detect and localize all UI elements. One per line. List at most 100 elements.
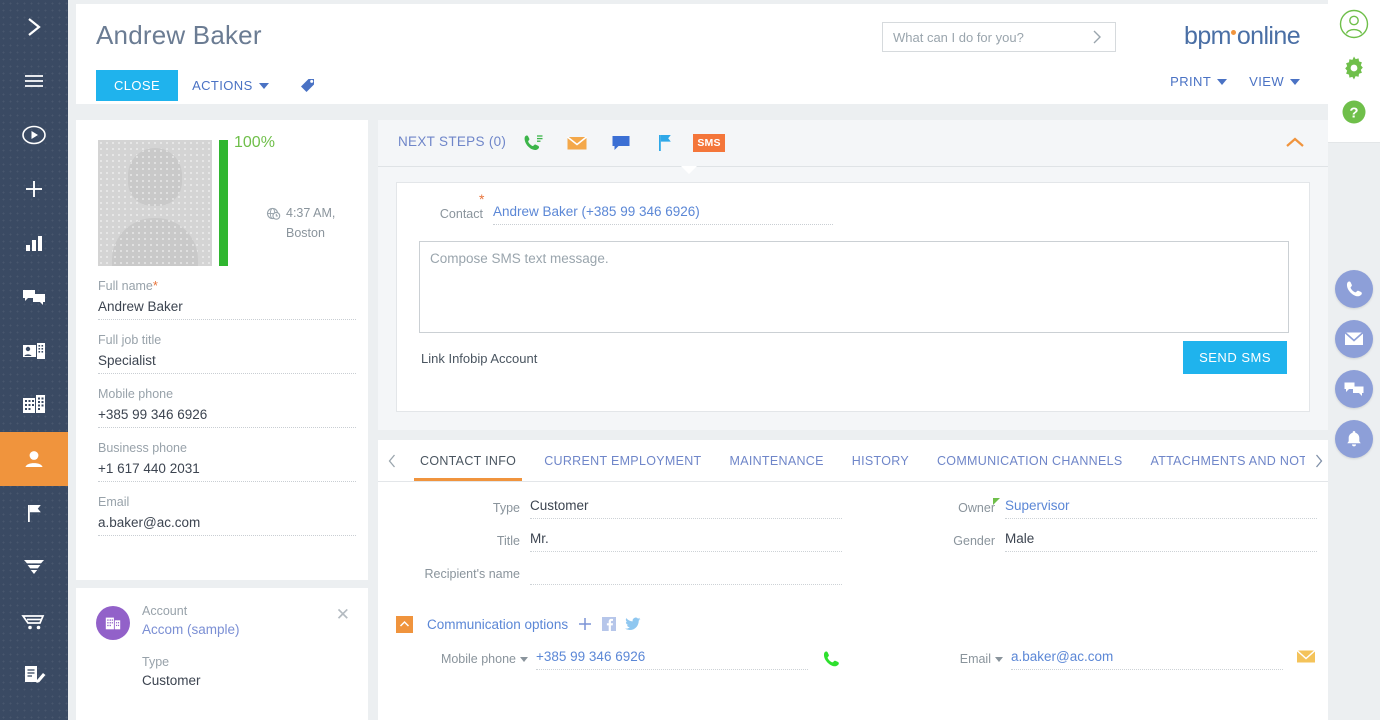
user-profile-icon[interactable] xyxy=(1334,4,1374,44)
close-button[interactable]: CLOSE xyxy=(96,70,178,101)
sidebar-item-run-process[interactable] xyxy=(0,108,68,162)
flag-icon[interactable] xyxy=(650,128,680,158)
gear-icon[interactable] xyxy=(1334,48,1374,88)
info-row: Recipient's name xyxy=(378,562,1328,595)
sidebar-item-add-record[interactable] xyxy=(0,162,68,216)
sidebar-item-expand-menu[interactable] xyxy=(0,0,68,54)
sms-badge-label: SMS xyxy=(693,134,724,152)
sms-compose-form: * Contact Andrew Baker (+385 99 346 6926… xyxy=(396,182,1310,412)
collapse-caret-icon[interactable] xyxy=(396,616,413,633)
chevron-up-icon[interactable] xyxy=(1284,136,1306,155)
completeness-label: 100% xyxy=(234,134,275,152)
sidebar-item-leads[interactable] xyxy=(0,486,68,540)
brand-online: online xyxy=(1237,22,1300,50)
send-sms-button[interactable]: SEND SMS xyxy=(1183,341,1287,374)
next-steps-header: NEXT STEPS (0) SMS xyxy=(378,120,1328,166)
twitter-icon[interactable] xyxy=(625,617,641,631)
type-value[interactable]: Customer xyxy=(530,498,842,519)
account-type-label: Type xyxy=(142,655,240,669)
comm-email-label[interactable]: Email xyxy=(853,652,1003,666)
field-mobile-phone: Mobile phone +385 99 346 6926 xyxy=(98,387,356,428)
chevron-down-icon xyxy=(995,657,1003,662)
owner-value[interactable]: Supervisor xyxy=(1005,498,1317,519)
phone-icon[interactable] xyxy=(1335,270,1373,308)
comm-entry-mobile-phone: Mobile phone +385 99 346 6926 xyxy=(378,647,853,681)
call-icon[interactable] xyxy=(518,128,548,158)
app-root: Andrew Baker CLOSE ACTIONS bpmonline xyxy=(0,0,1380,720)
field-business-phone: Business phone +1 617 440 2031 xyxy=(98,441,356,482)
comm-mobile-phone-value[interactable]: +385 99 346 6926 xyxy=(536,649,808,670)
sidebar-item-feed[interactable] xyxy=(0,270,68,324)
chevron-left-icon[interactable] xyxy=(378,440,406,481)
field-value-business-phone[interactable]: +1 617 440 2031 xyxy=(98,461,356,482)
chevron-right-icon[interactable] xyxy=(1089,29,1115,45)
global-search[interactable] xyxy=(882,22,1116,52)
communication-options-title[interactable]: Communication options xyxy=(427,617,568,632)
required-marker: * xyxy=(153,278,158,293)
avatar[interactable] xyxy=(98,140,212,266)
sidebar-item-contracts[interactable] xyxy=(0,648,68,702)
gender-value[interactable]: Male xyxy=(1005,531,1317,552)
chevron-right-icon[interactable] xyxy=(1305,440,1328,481)
owner-label: Owner xyxy=(853,501,995,515)
tab-current-employment[interactable]: CURRENT EMPLOYMENT xyxy=(530,440,715,481)
sms-icon[interactable]: SMS xyxy=(694,128,724,158)
type-label: Type xyxy=(378,501,520,515)
actions-menu-button[interactable]: ACTIONS xyxy=(178,70,283,101)
header-actions: PRINT VIEW xyxy=(1170,74,1300,89)
contact-card-icon xyxy=(21,339,47,363)
recipients-name-value[interactable] xyxy=(530,564,842,585)
view-menu-button[interactable]: VIEW xyxy=(1249,74,1300,89)
close-icon[interactable]: ✕ xyxy=(336,606,350,623)
active-channel-caret-icon xyxy=(681,166,697,174)
sidebar-item-main-menu[interactable] xyxy=(0,54,68,108)
tab-communication-channels[interactable]: COMMUNICATION CHANNELS xyxy=(923,440,1137,481)
print-menu-button[interactable]: PRINT xyxy=(1170,74,1227,89)
comm-email-value[interactable]: a.baker@ac.com xyxy=(1011,649,1283,670)
tag-button[interactable] xyxy=(289,68,329,103)
facebook-icon[interactable] xyxy=(602,617,616,631)
chevron-down-icon xyxy=(259,83,269,89)
link-infobip-account-link[interactable]: Link Infobip Account xyxy=(421,351,537,366)
plus-icon[interactable] xyxy=(577,616,593,632)
account-link[interactable]: Accom (sample) xyxy=(142,622,240,637)
email-icon[interactable] xyxy=(1335,320,1373,358)
help-icon[interactable]: ? xyxy=(1334,92,1374,132)
sms-contact-value[interactable]: Andrew Baker (+385 99 346 6926) xyxy=(493,204,833,225)
page-title: Andrew Baker xyxy=(96,20,262,51)
sidebar-item-orders[interactable] xyxy=(0,594,68,648)
sidebar-item-dashboards[interactable] xyxy=(0,216,68,270)
tab-maintenance[interactable]: MAINTENANCE xyxy=(715,440,837,481)
chat-icon[interactable] xyxy=(1335,370,1373,408)
search-input[interactable] xyxy=(883,23,1089,51)
communication-entries: Mobile phone +385 99 346 6926 Email a.ba… xyxy=(378,647,1328,681)
tab-attachments-and-notes[interactable]: ATTACHMENTS AND NOTE xyxy=(1137,440,1305,481)
comm-mobile-phone-label[interactable]: Mobile phone xyxy=(378,652,528,666)
tab-contact-info[interactable]: CONTACT INFO xyxy=(406,440,530,481)
sms-compose-input[interactable] xyxy=(419,241,1289,333)
title-label: Title xyxy=(378,534,520,548)
account-card-body: Account Accom (sample) Type Customer xyxy=(142,604,240,688)
title-value[interactable]: Mr. xyxy=(530,531,842,552)
email-icon[interactable] xyxy=(1296,649,1316,670)
field-title: Title Mr. xyxy=(378,529,853,562)
sidebar-item-opportunities[interactable] xyxy=(0,540,68,594)
sidebar-item-contacts[interactable] xyxy=(0,324,68,378)
tab-history[interactable]: HISTORY xyxy=(838,440,923,481)
email-icon[interactable] xyxy=(562,128,592,158)
notifications-bell-icon[interactable] xyxy=(1335,420,1373,458)
field-value-full-job-title[interactable]: Specialist xyxy=(98,353,356,374)
tab-bar: CONTACT INFO CURRENT EMPLOYMENT MAINTENA… xyxy=(378,440,1328,482)
message-icon[interactable] xyxy=(606,128,636,158)
field-value-mobile-phone[interactable]: +385 99 346 6926 xyxy=(98,407,356,428)
field-value-full-name[interactable]: Andrew Baker xyxy=(98,299,356,320)
info-row: Title Mr. Gender Male xyxy=(378,529,1328,562)
sidebar-item-contact-section[interactable] xyxy=(0,432,68,486)
tag-icon xyxy=(299,82,319,97)
document-edit-icon xyxy=(21,663,47,687)
brand-bpm: bpm xyxy=(1184,22,1231,50)
sidebar-item-accounts[interactable] xyxy=(0,378,68,432)
field-value-email[interactable]: a.baker@ac.com xyxy=(98,515,356,536)
call-icon[interactable] xyxy=(821,649,841,674)
next-steps-title[interactable]: NEXT STEPS (0) xyxy=(398,134,506,149)
